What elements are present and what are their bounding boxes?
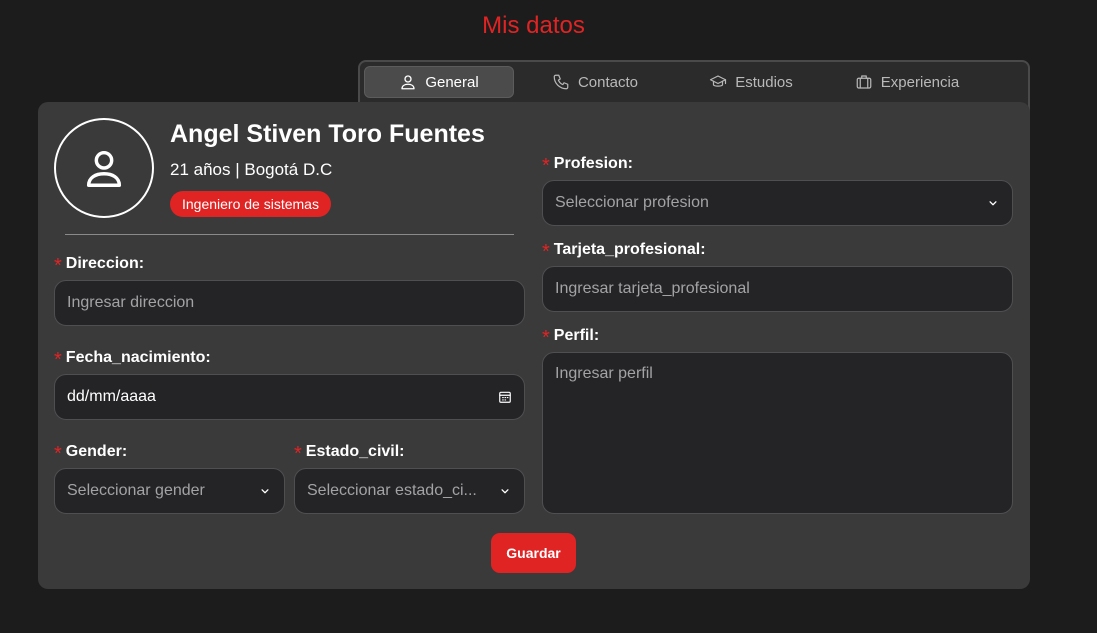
fecha-nacimiento-label: * Fecha_nacimiento: <box>54 349 211 371</box>
required-mark: * <box>294 443 302 465</box>
direccion-label: * Direccion: <box>54 255 145 277</box>
required-mark: * <box>54 255 62 277</box>
avatar <box>54 118 154 218</box>
gender-select[interactable]: Seleccionar gender <box>54 468 285 514</box>
profile-card: Angel Stiven Toro Fuentes 21 años | Bogo… <box>38 102 1030 589</box>
tab-contacto[interactable]: Contacto <box>520 66 670 98</box>
required-mark: * <box>542 241 550 263</box>
fecha-nacimiento-input[interactable]: dd/mm/aaaa <box>54 374 525 420</box>
chevron-down-icon <box>498 484 512 498</box>
profile-meta: 21 años | Bogotá D.C <box>170 160 333 179</box>
profesion-select[interactable]: Seleccionar profesion <box>542 180 1013 226</box>
estado-civil-select[interactable]: Seleccionar estado_ci... <box>294 468 525 514</box>
calendar-icon[interactable] <box>498 390 512 404</box>
tab-experiencia[interactable]: Experiencia <box>832 66 982 98</box>
user-icon <box>399 73 417 91</box>
divider <box>65 234 514 235</box>
save-button[interactable]: Guardar <box>491 533 576 573</box>
perfil-textarea[interactable]: Ingresar perfil <box>542 352 1013 514</box>
required-mark: * <box>542 155 550 177</box>
profesion-label: * Profesion: <box>542 155 633 177</box>
profile-name: Angel Stiven Toro Fuentes <box>170 120 485 148</box>
phone-icon <box>552 73 570 91</box>
direccion-input[interactable]: Ingresar direccion <box>54 280 525 326</box>
tab-general-label: General <box>425 73 479 91</box>
user-icon <box>86 150 122 187</box>
tab-contacto-label: Contacto <box>577 73 639 91</box>
perfil-label: * Perfil: <box>542 327 600 349</box>
tab-experiencia-label: Experiencia <box>880 73 960 91</box>
chevron-down-icon <box>986 196 1000 210</box>
tarjeta-profesional-label: * Tarjeta_profesional: <box>542 241 706 263</box>
profession-badge: Ingeniero de sistemas <box>170 191 331 217</box>
graduation-cap-icon <box>709 73 727 91</box>
tab-estudios-label: Estudios <box>735 73 793 91</box>
required-mark: * <box>542 327 550 349</box>
briefcase-icon <box>855 73 873 91</box>
tarjeta-profesional-input[interactable]: Ingresar tarjeta_profesional <box>542 266 1013 312</box>
required-mark: * <box>54 443 62 465</box>
tab-estudios[interactable]: Estudios <box>676 66 826 98</box>
tab-general[interactable]: General <box>364 66 514 98</box>
required-mark: * <box>54 349 62 371</box>
estado-civil-label: * Estado_civil: <box>294 443 405 465</box>
chevron-down-icon <box>258 484 272 498</box>
page-title: Mis datos <box>482 12 585 39</box>
gender-label: * Gender: <box>54 443 128 465</box>
